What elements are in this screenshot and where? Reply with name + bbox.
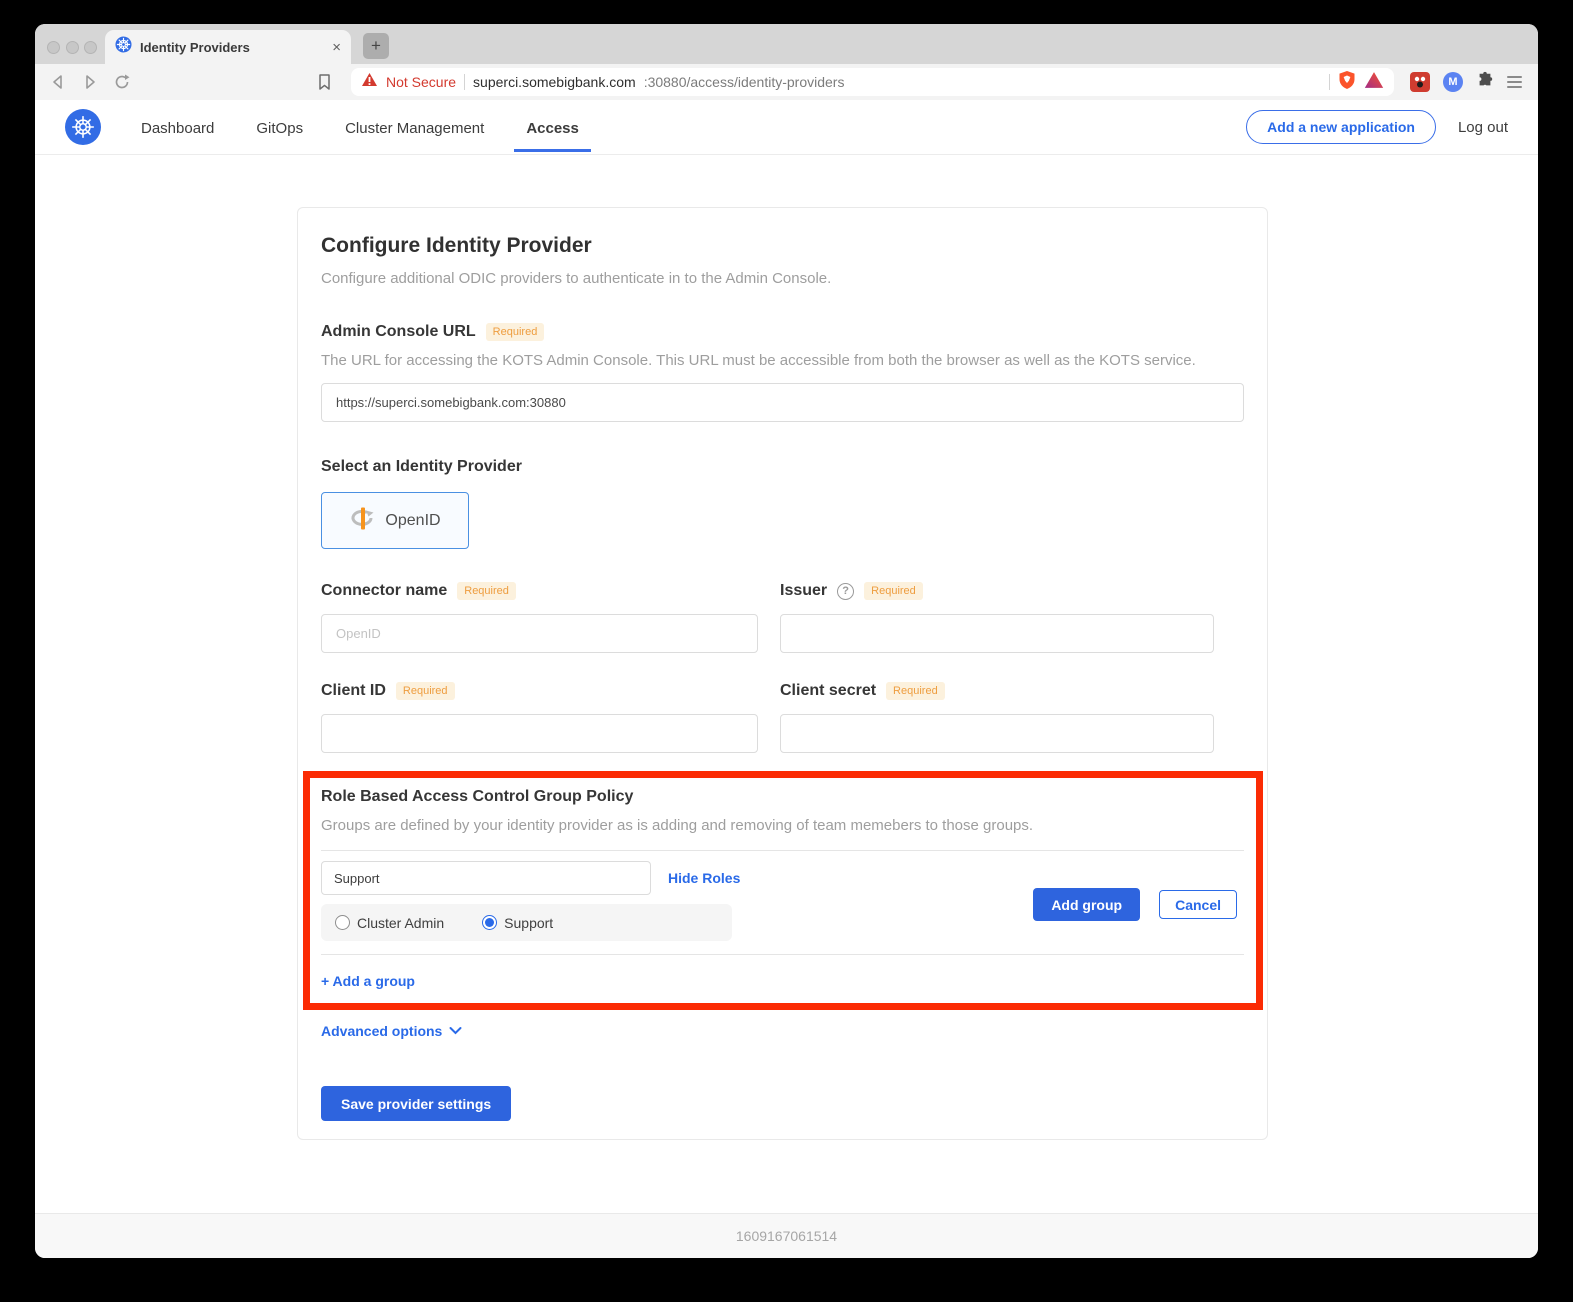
menu-icon[interactable] (1507, 76, 1522, 88)
client-secret-input[interactable] (780, 714, 1214, 753)
issuer-label: Issuer (780, 582, 827, 600)
kubernetes-favicon-icon (115, 36, 132, 58)
url-path: :30880/access/identity-providers (644, 74, 845, 90)
chevron-down-icon (449, 1022, 462, 1040)
kubernetes-logo-icon[interactable] (65, 109, 101, 145)
group-name-input[interactable] (321, 861, 651, 895)
forward-icon[interactable] (79, 71, 101, 93)
select-identity-provider-label: Select an Identity Provider (321, 458, 1244, 476)
add-a-group-link[interactable]: + Add a group (321, 973, 415, 989)
admin-console-url-description: The URL for accessing the KOTS Admin Con… (321, 352, 1244, 369)
client-id-field: Client ID Required (321, 682, 758, 753)
browser-window: Identity Providers × + Not Secure superc… (35, 24, 1538, 1258)
hide-roles-link[interactable]: Hide Roles (668, 870, 740, 886)
required-badge: Required (457, 582, 516, 600)
window-zoom-button[interactable] (84, 41, 97, 54)
cancel-button[interactable]: Cancel (1159, 890, 1237, 919)
connector-name-input[interactable] (321, 614, 758, 653)
url-bar[interactable]: Not Secure superci.somebigbank.com :30880… (351, 68, 1394, 96)
browser-tab[interactable]: Identity Providers × (105, 30, 351, 64)
client-secret-label: Client secret (780, 682, 876, 700)
not-secure-label: Not Secure (386, 74, 456, 90)
help-icon[interactable]: ? (837, 583, 854, 600)
url-domain: superci.somebigbank.com (473, 74, 636, 90)
rbac-section: Role Based Access Control Group Policy G… (321, 788, 1244, 991)
radio-icon (335, 915, 350, 930)
window-minimize-button[interactable] (66, 41, 79, 54)
admin-console-url-label: Admin Console URL (321, 323, 476, 341)
openid-logo-icon (349, 505, 376, 537)
connector-name-label: Connector name (321, 582, 447, 600)
brave-shield-icon[interactable] (1338, 70, 1356, 95)
radio-support[interactable]: Support (482, 915, 553, 931)
page-footer: 1609167061514 (35, 1213, 1538, 1258)
bat-triangle-icon[interactable] (1364, 71, 1384, 94)
tab-title: Identity Providers (140, 40, 324, 55)
radio-cluster-admin[interactable]: Cluster Admin (335, 915, 444, 931)
logout-button[interactable]: Log out (1458, 119, 1508, 136)
openid-provider-option[interactable]: OpenID (321, 492, 469, 549)
client-id-label: Client ID (321, 682, 386, 700)
nav-item-gitops[interactable]: GitOps (256, 102, 303, 152)
page-content: Configure Identity Provider Configure ad… (35, 155, 1538, 1213)
divider (321, 850, 1244, 851)
tab-strip: Identity Providers × + (35, 24, 1538, 64)
url-separator-right (1329, 74, 1330, 90)
toolbar-right-buttons: M (1410, 71, 1526, 94)
app-nav: Dashboard GitOps Cluster Management Acce… (35, 100, 1538, 155)
reload-icon[interactable] (111, 71, 133, 93)
connector-name-field: Connector name Required (321, 582, 758, 653)
save-provider-settings-button[interactable]: Save provider settings (321, 1086, 511, 1121)
add-group-button[interactable]: Add group (1033, 888, 1140, 921)
role-options: Cluster Admin Support (321, 904, 732, 941)
openid-option-label: OpenID (385, 512, 440, 530)
new-tab-button[interactable]: + (363, 33, 389, 59)
radio-selected-icon (482, 915, 497, 930)
client-secret-field: Client secret Required (780, 682, 1214, 753)
admin-console-url-input[interactable] (321, 383, 1244, 422)
rbac-title: Role Based Access Control Group Policy (321, 788, 1244, 806)
required-badge: Required (864, 582, 923, 600)
nav-item-access[interactable]: Access (526, 102, 579, 152)
client-id-input[interactable] (321, 714, 758, 753)
back-icon[interactable] (47, 71, 69, 93)
issuer-input[interactable] (780, 614, 1214, 653)
page-title: Configure Identity Provider (321, 234, 1244, 258)
extensions-puzzle-icon[interactable] (1476, 71, 1494, 94)
configure-identity-provider-card: Configure Identity Provider Configure ad… (297, 207, 1268, 1140)
rbac-description: Groups are defined by your identity prov… (321, 817, 1244, 834)
required-badge: Required (396, 682, 455, 700)
required-badge: Required (886, 682, 945, 700)
window-close-button[interactable] (47, 41, 60, 54)
footer-timestamp: 1609167061514 (736, 1228, 837, 1244)
bookmark-icon[interactable] (313, 71, 335, 93)
warning-triangle-icon (361, 72, 378, 92)
divider (321, 954, 1244, 955)
tab-close-icon[interactable]: × (332, 39, 341, 56)
advanced-options-label: Advanced options (321, 1023, 442, 1039)
advanced-options-toggle[interactable]: Advanced options (321, 1022, 462, 1040)
required-badge: Required (486, 323, 545, 341)
nav-item-cluster-management[interactable]: Cluster Management (345, 102, 484, 152)
group-editor: Hide Roles Cluster Admin Support A (321, 861, 1244, 941)
add-new-application-button[interactable]: Add a new application (1246, 110, 1436, 144)
profile-avatar[interactable]: M (1443, 72, 1463, 92)
issuer-field: Issuer ? Required (780, 582, 1214, 653)
page-subtitle: Configure additional ODIC providers to a… (321, 270, 1244, 287)
extension-icon[interactable] (1410, 72, 1430, 92)
nav-item-dashboard[interactable]: Dashboard (141, 102, 214, 152)
browser-toolbar: Not Secure superci.somebigbank.com :30880… (35, 64, 1538, 100)
url-separator (464, 74, 465, 90)
